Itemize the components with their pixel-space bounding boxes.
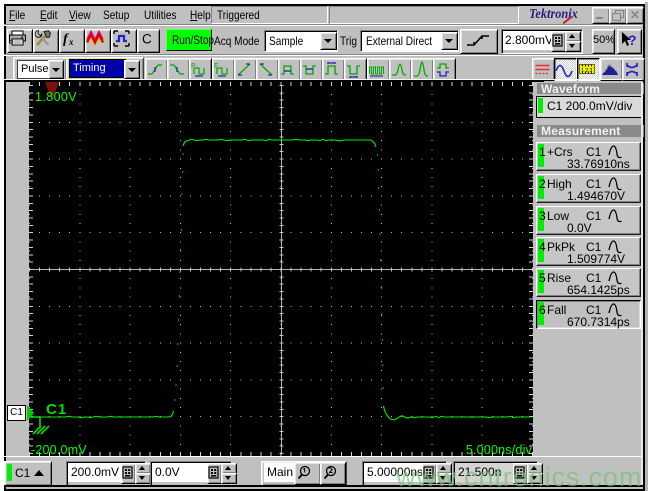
svg-text:C1: C1 <box>46 401 67 418</box>
svg-text:?: ? <box>628 32 637 48</box>
svg-text:5.000ns/div: 5.000ns/div <box>466 443 533 456</box>
svg-text:F: F <box>214 63 218 70</box>
svg-text:C: C <box>142 32 152 47</box>
svg-text:1.800V: 1.800V <box>35 90 77 104</box>
svg-text:-200.0mV: -200.0mV <box>31 443 87 456</box>
svg-text:x: x <box>68 37 74 47</box>
svg-text:1 2 3: 1 2 3 <box>581 68 592 74</box>
